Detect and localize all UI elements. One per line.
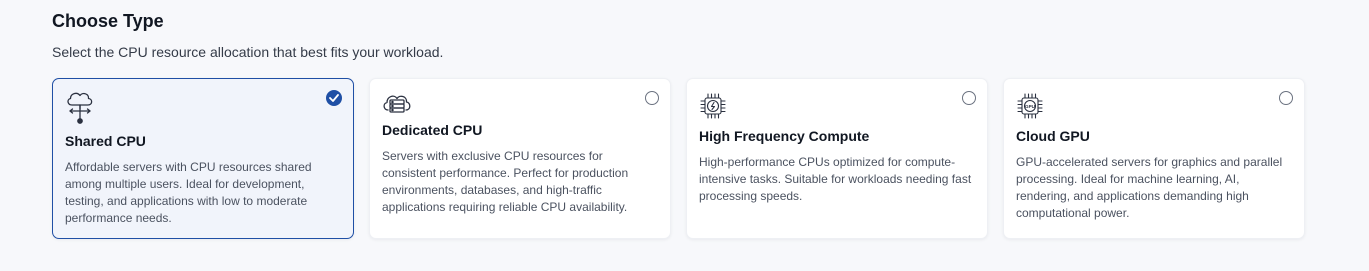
cpu-chip-icon <box>698 91 730 125</box>
type-card-list: Shared CPU Affordable servers with CPU r… <box>52 78 1305 239</box>
card-title: Dedicated CPU <box>382 122 483 138</box>
gpu-chip-icon: GPU <box>1015 91 1047 125</box>
card-description: GPU-accelerated servers for graphics and… <box>1016 155 1283 220</box>
section-subtitle: Select the CPU resource allocation that … <box>52 44 444 60</box>
cloud-network-icon <box>64 89 96 124</box>
gpu-chip-label: GPU <box>1025 104 1036 109</box>
card-title: Shared CPU <box>65 133 146 149</box>
radio-unchecked-icon[interactable] <box>1279 91 1293 105</box>
card-description: Affordable servers with CPU resources sh… <box>65 160 312 225</box>
card-description: Servers with exclusive CPU resources for… <box>382 149 629 214</box>
radio-unchecked-icon[interactable] <box>645 91 659 105</box>
choose-type-section: Choose Type Select the CPU resource allo… <box>52 9 1312 239</box>
radio-checked-icon[interactable] <box>326 90 342 106</box>
radio-unchecked-icon[interactable] <box>962 91 976 105</box>
card-title: High Frequency Compute <box>699 128 870 144</box>
card-title: Cloud GPU <box>1016 128 1090 144</box>
type-card-dedicated-cpu[interactable]: Dedicated CPU Servers with exclusive CPU… <box>369 78 671 239</box>
section-title: Choose Type <box>52 11 164 31</box>
type-card-high-frequency-compute[interactable]: High Frequency Compute High-performance … <box>686 78 988 239</box>
type-card-cloud-gpu[interactable]: GPU Cloud GPU GPU-accelerated servers fo… <box>1003 78 1305 239</box>
card-description: High-performance CPUs optimized for comp… <box>699 155 972 203</box>
cloud-server-icon <box>381 90 413 124</box>
type-card-shared-cpu[interactable]: Shared CPU Affordable servers with CPU r… <box>52 78 354 239</box>
